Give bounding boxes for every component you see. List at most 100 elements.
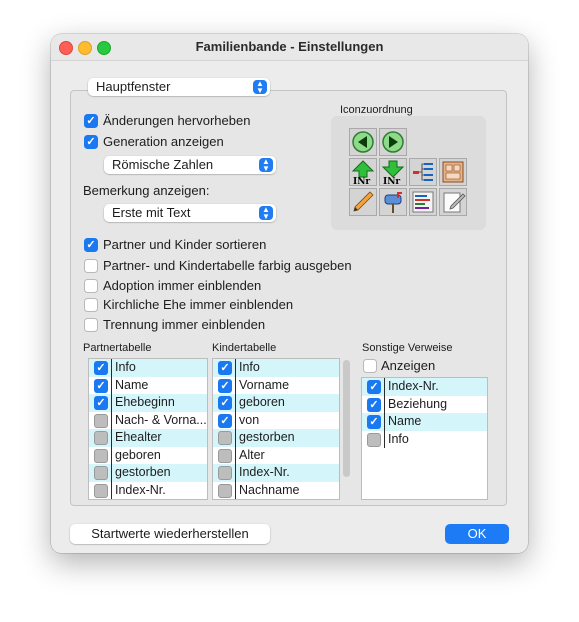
table-row[interactable]: ✓ Index-Nr. (362, 378, 487, 396)
children-table[interactable]: ✓ Info ✓ Vorname ✓ geboren ✓ von gestorben Alter I… (212, 358, 340, 500)
highlight-changes-checkbox[interactable]: ✓ (84, 114, 98, 128)
row-label: geboren (239, 395, 285, 409)
column-divider (111, 394, 112, 412)
row-label: Index-Nr. (115, 482, 166, 497)
separation-checkbox[interactable] (84, 318, 98, 332)
row-checkbox[interactable] (218, 431, 232, 445)
column-divider (235, 446, 236, 464)
row-checkbox[interactable] (94, 448, 108, 463)
section-popup[interactable]: Hauptfenster ▲ ▼ (88, 78, 270, 96)
sort-partners-checkbox[interactable]: ✓ (84, 238, 98, 252)
row-checkbox[interactable] (94, 431, 108, 445)
row-checkbox[interactable]: ✓ (218, 396, 232, 410)
up-number-icon[interactable]: INr (349, 158, 377, 186)
table-row[interactable]: Info (362, 430, 487, 448)
show-generation-label: Generation anzeigen (103, 134, 224, 149)
row-label: von (239, 412, 260, 427)
row-checkbox[interactable]: ✓ (94, 396, 108, 410)
table-row[interactable]: ✓ Name (362, 413, 487, 431)
column-divider (235, 394, 236, 412)
partner-table-heading: Partnertabelle (83, 342, 152, 354)
table-row[interactable]: Ehealter (89, 429, 207, 447)
settings-window: Familienbande - Einstellungen Hauptfenst… (51, 34, 528, 553)
table-row[interactable]: gestorben (89, 464, 207, 482)
adoption-label: Adoption immer einblenden (103, 278, 262, 293)
colored-tables-checkbox[interactable] (84, 259, 98, 273)
table-row[interactable]: gestorben (213, 429, 339, 447)
popup-arrows-icon: ▲ ▼ (259, 158, 273, 173)
column-divider (235, 359, 236, 377)
row-label: Index-Nr. (239, 465, 290, 479)
row-checkbox[interactable]: ✓ (367, 415, 381, 429)
column-divider (111, 429, 112, 447)
row-checkbox[interactable] (94, 466, 108, 480)
table-row[interactable]: ✓ Beziehung (362, 395, 487, 413)
row-checkbox[interactable] (94, 483, 108, 498)
generation-format-popup[interactable]: Römische Zahlen ▲ ▼ (104, 156, 276, 174)
icon-assignment-heading: Iconzuordnung (340, 104, 413, 116)
ok-button[interactable]: OK (445, 524, 509, 544)
row-checkbox[interactable] (218, 466, 232, 480)
row-checkbox[interactable]: ✓ (94, 361, 108, 375)
forward-arrow-icon[interactable] (379, 128, 407, 156)
row-checkbox[interactable]: ✓ (367, 380, 381, 394)
down-number-icon[interactable]: INr (379, 158, 407, 186)
children-table-scrollbar[interactable] (343, 360, 350, 477)
tree-list-icon[interactable] (409, 158, 437, 186)
table-row[interactable]: Index-Nr. (89, 481, 207, 499)
row-checkbox[interactable] (218, 448, 232, 463)
mailbox-icon[interactable] (379, 188, 407, 216)
row-checkbox[interactable]: ✓ (218, 413, 232, 428)
notepad-edit-icon[interactable] (439, 188, 467, 216)
row-label: Info (239, 360, 260, 374)
row-label: Name (388, 414, 422, 428)
table-row[interactable]: ✓ geboren (213, 394, 339, 412)
table-row[interactable]: Alter (213, 446, 339, 464)
table-row[interactable]: geboren (89, 446, 207, 464)
pencil-icon[interactable] (349, 188, 377, 216)
row-label: Ehealter (115, 430, 162, 444)
column-divider (384, 430, 385, 448)
row-checkbox[interactable] (94, 413, 108, 428)
adoption-checkbox[interactable] (84, 279, 98, 293)
row-checkbox[interactable]: ✓ (367, 397, 381, 412)
other-refs-table[interactable]: ✓ Index-Nr. ✓ Beziehung ✓ Name Info (361, 377, 488, 500)
church-marriage-checkbox[interactable] (84, 298, 98, 312)
remark-format-popup[interactable]: Erste mit Text ▲ ▼ (104, 204, 276, 222)
church-marriage-label: Kirchliche Ehe immer einblenden (103, 297, 294, 312)
row-label: gestorben (239, 430, 295, 444)
row-label: Index-Nr. (388, 379, 439, 393)
table-row[interactable]: ✓ Name (89, 376, 207, 394)
report-list-icon[interactable] (409, 188, 437, 216)
column-divider (235, 429, 236, 447)
title-bar: Familienbande - Einstellungen (51, 34, 528, 61)
row-checkbox[interactable]: ✓ (94, 378, 108, 393)
table-row[interactable]: Index-Nr. (213, 464, 339, 482)
row-label: geboren (115, 447, 161, 462)
row-checkbox[interactable] (367, 432, 381, 447)
highlight-changes-label: Änderungen hervorheben (103, 113, 251, 128)
reset-defaults-button[interactable]: Startwerte wiederherstellen (70, 524, 270, 544)
family-book-icon[interactable] (439, 158, 467, 186)
generation-format-value: Römische Zahlen (112, 157, 214, 172)
back-arrow-icon[interactable] (349, 128, 377, 156)
row-checkbox[interactable]: ✓ (218, 378, 232, 393)
table-row[interactable]: ✓ von (213, 411, 339, 429)
show-generation-checkbox[interactable]: ✓ (84, 135, 98, 149)
column-divider (235, 464, 236, 482)
table-row[interactable]: ✓ Ehebeginn (89, 394, 207, 412)
svg-text:INr: INr (383, 177, 400, 185)
row-label: Alter (239, 447, 265, 462)
table-row[interactable]: Nach- & Vorna... (89, 411, 207, 429)
partner-table[interactable]: ✓ Info ✓ Name ✓ Ehebeginn Nach- & Vorna... Ehea… (88, 358, 208, 500)
row-checkbox[interactable]: ✓ (218, 361, 232, 375)
row-checkbox[interactable] (218, 483, 232, 498)
row-label: Info (115, 360, 136, 374)
row-label: Beziehung (388, 396, 448, 411)
other-refs-show-checkbox[interactable] (363, 359, 377, 373)
table-row[interactable]: ✓ Info (89, 359, 207, 377)
table-row[interactable]: Nachname (213, 481, 339, 499)
table-row[interactable]: ✓ Vorname (213, 376, 339, 394)
table-row[interactable]: ✓ Info (213, 359, 339, 377)
children-table-heading: Kindertabelle (212, 342, 277, 354)
